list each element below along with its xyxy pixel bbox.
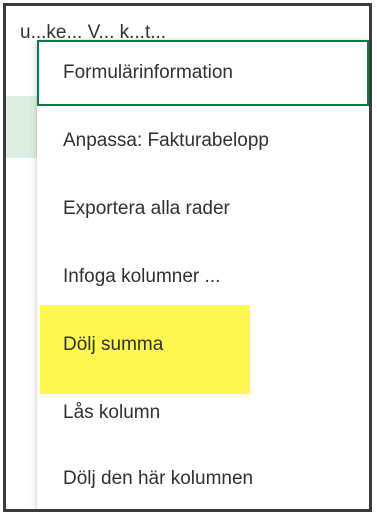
menu-item-hide-this-column[interactable]: Dölj den här kolumnen (37, 446, 369, 509)
menu-item-label: Formulärinformation (63, 62, 233, 83)
screenshot-frame: u...ke... V... k...t... Formulärinformat… (3, 3, 372, 512)
menu-item-export-all-rows[interactable]: Exportera alla rader (37, 176, 369, 242)
menu-item-label: Infoga kolumner ... (63, 266, 221, 287)
menu-item-form-information[interactable]: Formulärinformation (37, 40, 369, 106)
selected-row-tint (6, 96, 38, 158)
menu-item-customize-invoice-amount[interactable]: Anpassa: Fakturabelopp (37, 108, 369, 174)
menu-item-insert-columns[interactable]: Infoga kolumner ... (37, 244, 369, 310)
menu-item-label: Lås kolumn (63, 402, 161, 423)
menu-item-label: Exportera alla rader (63, 198, 230, 219)
menu-item-label: Anpassa: Fakturabelopp (63, 130, 269, 151)
menu-item-label: Dölj den här kolumnen (63, 468, 254, 489)
menu-item-label: Dölj summa (63, 334, 164, 355)
column-context-menu: Formulärinformation Anpassa: Fakturabelo… (37, 40, 369, 509)
